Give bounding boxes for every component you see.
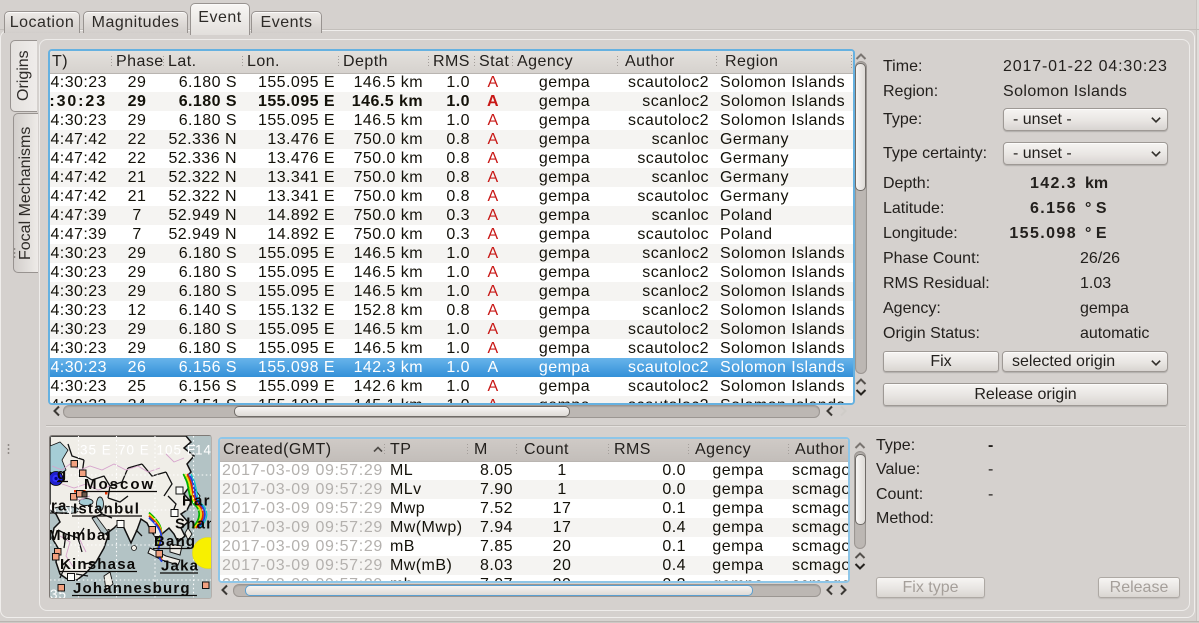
svg-text:Mumbai: Mumbai [50,527,112,544]
svg-text:Bang: Bang [154,533,196,550]
svg-text:105 E: 105 E [157,442,197,457]
svg-text:Moscow: Moscow [84,476,155,493]
svg-text:Jaka: Jaka [161,557,199,574]
svg-text:35 E: 35 E [80,442,112,457]
svg-text:Johannesburg: Johannesburg [73,580,191,597]
svg-text:Istanbul: Istanbul [73,500,140,517]
svg-text:g: g [57,466,67,483]
svg-text:70 E: 70 E [118,442,150,457]
svg-text:14: 14 [195,442,212,457]
svg-text:ra: ra [51,497,68,514]
svg-text:Shan: Shan [175,515,212,532]
svg-text:Kinshasa: Kinshasa [60,556,136,573]
svg-text:Har: Har [182,492,211,509]
